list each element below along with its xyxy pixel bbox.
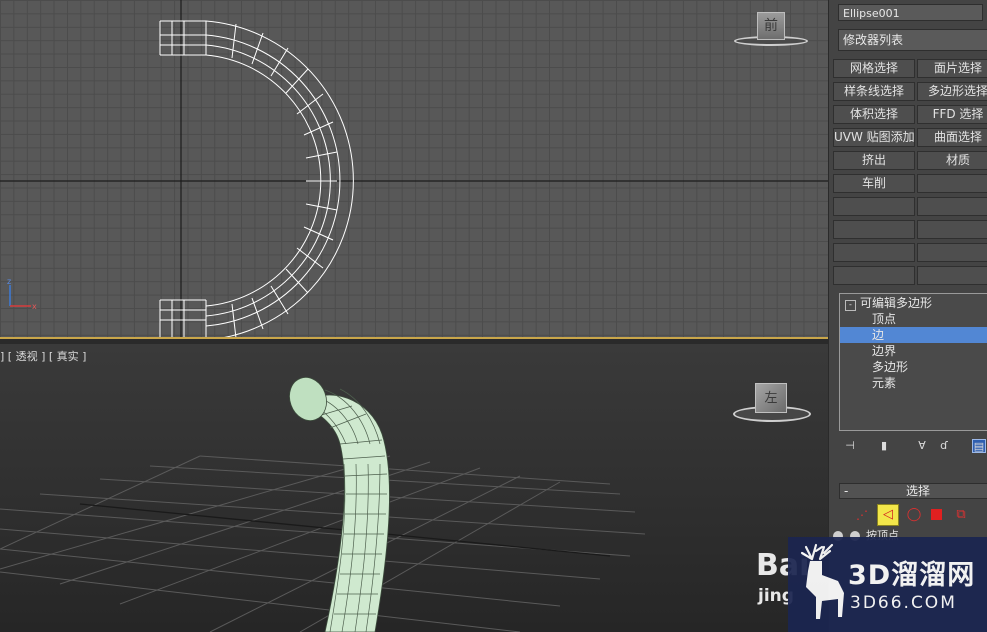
stack-item-vertex[interactable]: 顶点 (840, 311, 987, 327)
stack-item-element[interactable]: 元素 (840, 375, 987, 391)
polygon-mode-icon[interactable] (931, 509, 942, 520)
modifier-button-empty[interactable] (917, 220, 987, 239)
modifier-button-empty[interactable] (833, 243, 915, 262)
remove-modifier-icon[interactable]: ɗ (937, 439, 951, 453)
stack-item-label: 边 (872, 328, 885, 342)
stack-item-border[interactable]: 边界 (840, 343, 987, 359)
modifier-button[interactable]: 样条线选择 (833, 82, 915, 101)
modifier-button[interactable] (917, 174, 987, 193)
edge-mode-icon[interactable]: ◁ (877, 504, 899, 526)
tube-wireframe (159, 20, 354, 337)
svg-text:z: z (7, 277, 11, 286)
collapse-icon[interactable]: - (845, 300, 856, 311)
perspective-canvas (0, 377, 646, 632)
stack-root-label: 可编辑多边形 (860, 296, 933, 310)
front-viewport-canvas: z x (0, 0, 828, 337)
stack-item-label: 边界 (872, 344, 897, 358)
stack-item-label: 元素 (872, 376, 897, 390)
stack-item-polygon[interactable]: 多边形 (840, 359, 987, 375)
modifier-button-empty[interactable] (917, 266, 987, 285)
viewport-divider[interactable] (0, 337, 828, 344)
modifier-button[interactable]: 体积选择 (833, 105, 915, 124)
svg-text:x: x (32, 302, 37, 311)
modifier-button[interactable]: 网格选择 (833, 59, 915, 78)
viewcube-front[interactable]: 前 (734, 10, 808, 48)
modifier-button-empty[interactable] (917, 197, 987, 216)
tube-mesh (289, 377, 390, 632)
element-mode-icon[interactable]: ⧉ (952, 506, 970, 524)
stack-item-edge[interactable]: 边 (840, 327, 987, 343)
modifier-button[interactable]: 曲面选择 (917, 128, 987, 147)
stack-root[interactable]: - 可编辑多边形 (840, 295, 987, 311)
modifier-stack[interactable]: - 可编辑多边形 顶点 边 边界 多边形 元素 (839, 293, 987, 431)
stack-toolbar: ⊣ ▮ ∀ ɗ ▤ (839, 437, 987, 457)
grid-floor (0, 455, 646, 632)
front-viewport[interactable]: z x 前 (0, 0, 828, 337)
selection-rollout-header[interactable]: - 选择 (839, 483, 987, 499)
perspective-viewport[interactable]: ] [ 透视 ] [ 真实 ] 左 (0, 344, 828, 632)
modifier-button-empty[interactable] (917, 243, 987, 262)
axis-gizmo: z x (7, 277, 37, 311)
subobject-selection-icons: ⋰ ◁ ◯ ⧉ (839, 503, 987, 527)
rollout-title: 选择 (906, 484, 931, 498)
modifier-button-empty[interactable] (833, 220, 915, 239)
pin-stack-icon[interactable]: ⊣ (843, 439, 857, 453)
modifier-list-dropdown[interactable]: 修改器列表 (838, 29, 987, 51)
site-watermark: 3D溜溜网 3D66.COM (788, 537, 987, 632)
deer-logo-icon (800, 543, 844, 619)
rollout-toggle: - (844, 484, 849, 498)
show-end-result-icon[interactable]: ▮ (877, 439, 891, 453)
stack-item-label: 多边形 (872, 360, 909, 374)
stack-item-label: 顶点 (872, 312, 897, 326)
viewcube-perspective[interactable]: 左 (733, 379, 811, 427)
modifier-button[interactable]: 挤出 (833, 151, 915, 170)
viewcube-face-label: 左 (755, 383, 787, 413)
vertex-mode-icon[interactable]: ⋰ (853, 506, 871, 524)
modifier-button[interactable]: UVW 贴图添加 (833, 128, 915, 147)
viewcube-face-label: 前 (757, 12, 785, 40)
configure-sets-icon[interactable]: ▤ (972, 439, 986, 453)
modifier-button[interactable]: FFD 选择 (917, 105, 987, 124)
make-unique-icon[interactable]: ∀ (915, 439, 929, 453)
watermark-url: 3D66.COM (850, 593, 957, 613)
modifier-button[interactable]: 面片选择 (917, 59, 987, 78)
modifier-button[interactable]: 多边形选择 (917, 82, 987, 101)
object-name-field[interactable]: Ellipse001 (838, 4, 983, 21)
modifier-button[interactable]: 材质 (917, 151, 987, 170)
modifier-button-empty[interactable] (833, 266, 915, 285)
modifier-button[interactable]: 车削 (833, 174, 915, 193)
border-mode-icon[interactable]: ◯ (905, 506, 923, 524)
modifier-button-empty[interactable] (833, 197, 915, 216)
watermark-brand: 3D溜溜网 (848, 560, 976, 591)
